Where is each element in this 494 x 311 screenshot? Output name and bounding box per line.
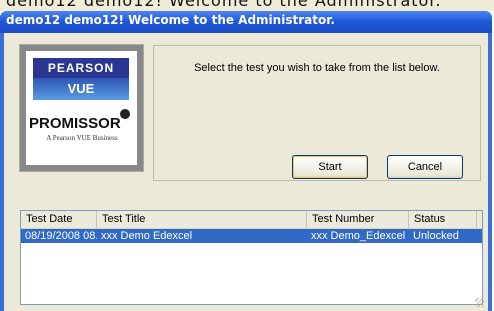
selection-panel: Select the test you wish to take from th… — [153, 45, 481, 181]
instruction-text: Select the test you wish to take from th… — [194, 62, 440, 74]
administrator-window: demo12 demo12! Welcome to the Administra… — [0, 11, 492, 311]
promissor-logo-text: PROMISSOR — [29, 115, 121, 132]
cell-test-title: xxx Demo Edexcel — [101, 230, 193, 242]
cancel-button[interactable]: Cancel — [387, 155, 463, 179]
test-list[interactable]: Test Date Test Title Test Number Status … — [20, 210, 483, 305]
column-header-test-date[interactable]: Test Date — [21, 211, 97, 228]
column-header-test-title[interactable]: Test Title — [97, 211, 307, 228]
cell-status: Unlocked — [413, 230, 459, 242]
window-title: demo12 demo12! Welcome to the Administra… — [6, 13, 335, 27]
globe-icon — [120, 109, 130, 119]
logo-frame: PEARSON VUE PROMISSOR A Pearson VUE Busi… — [19, 44, 144, 172]
cell-test-number: xxx Demo_Edexcel — [311, 230, 406, 242]
table-row[interactable]: 08/19/2008 08... xxx Demo Edexcel xxx De… — [21, 229, 482, 243]
cell-test-date: 08/19/2008 08... — [25, 230, 97, 242]
list-header: Test Date Test Title Test Number Status — [21, 211, 482, 229]
vue-logo-text: VUE — [33, 78, 129, 100]
background-window-title: demo12 demo12! Welcome to the Administra… — [0, 0, 494, 11]
window-client-area: PEARSON VUE PROMISSOR A Pearson VUE Busi… — [4, 33, 488, 311]
column-header-status[interactable]: Status — [409, 211, 477, 228]
start-button[interactable]: Start — [292, 155, 368, 179]
resize-grip-icon[interactable] — [475, 298, 484, 307]
window-titlebar[interactable]: demo12 demo12! Welcome to the Administra… — [0, 11, 492, 33]
logo-tagline: A Pearson VUE Business — [46, 134, 118, 142]
logo-card: PEARSON VUE PROMISSOR A Pearson VUE Busi… — [26, 51, 137, 165]
pearson-logo-text: PEARSON — [33, 58, 129, 78]
column-header-test-number[interactable]: Test Number — [307, 211, 409, 228]
